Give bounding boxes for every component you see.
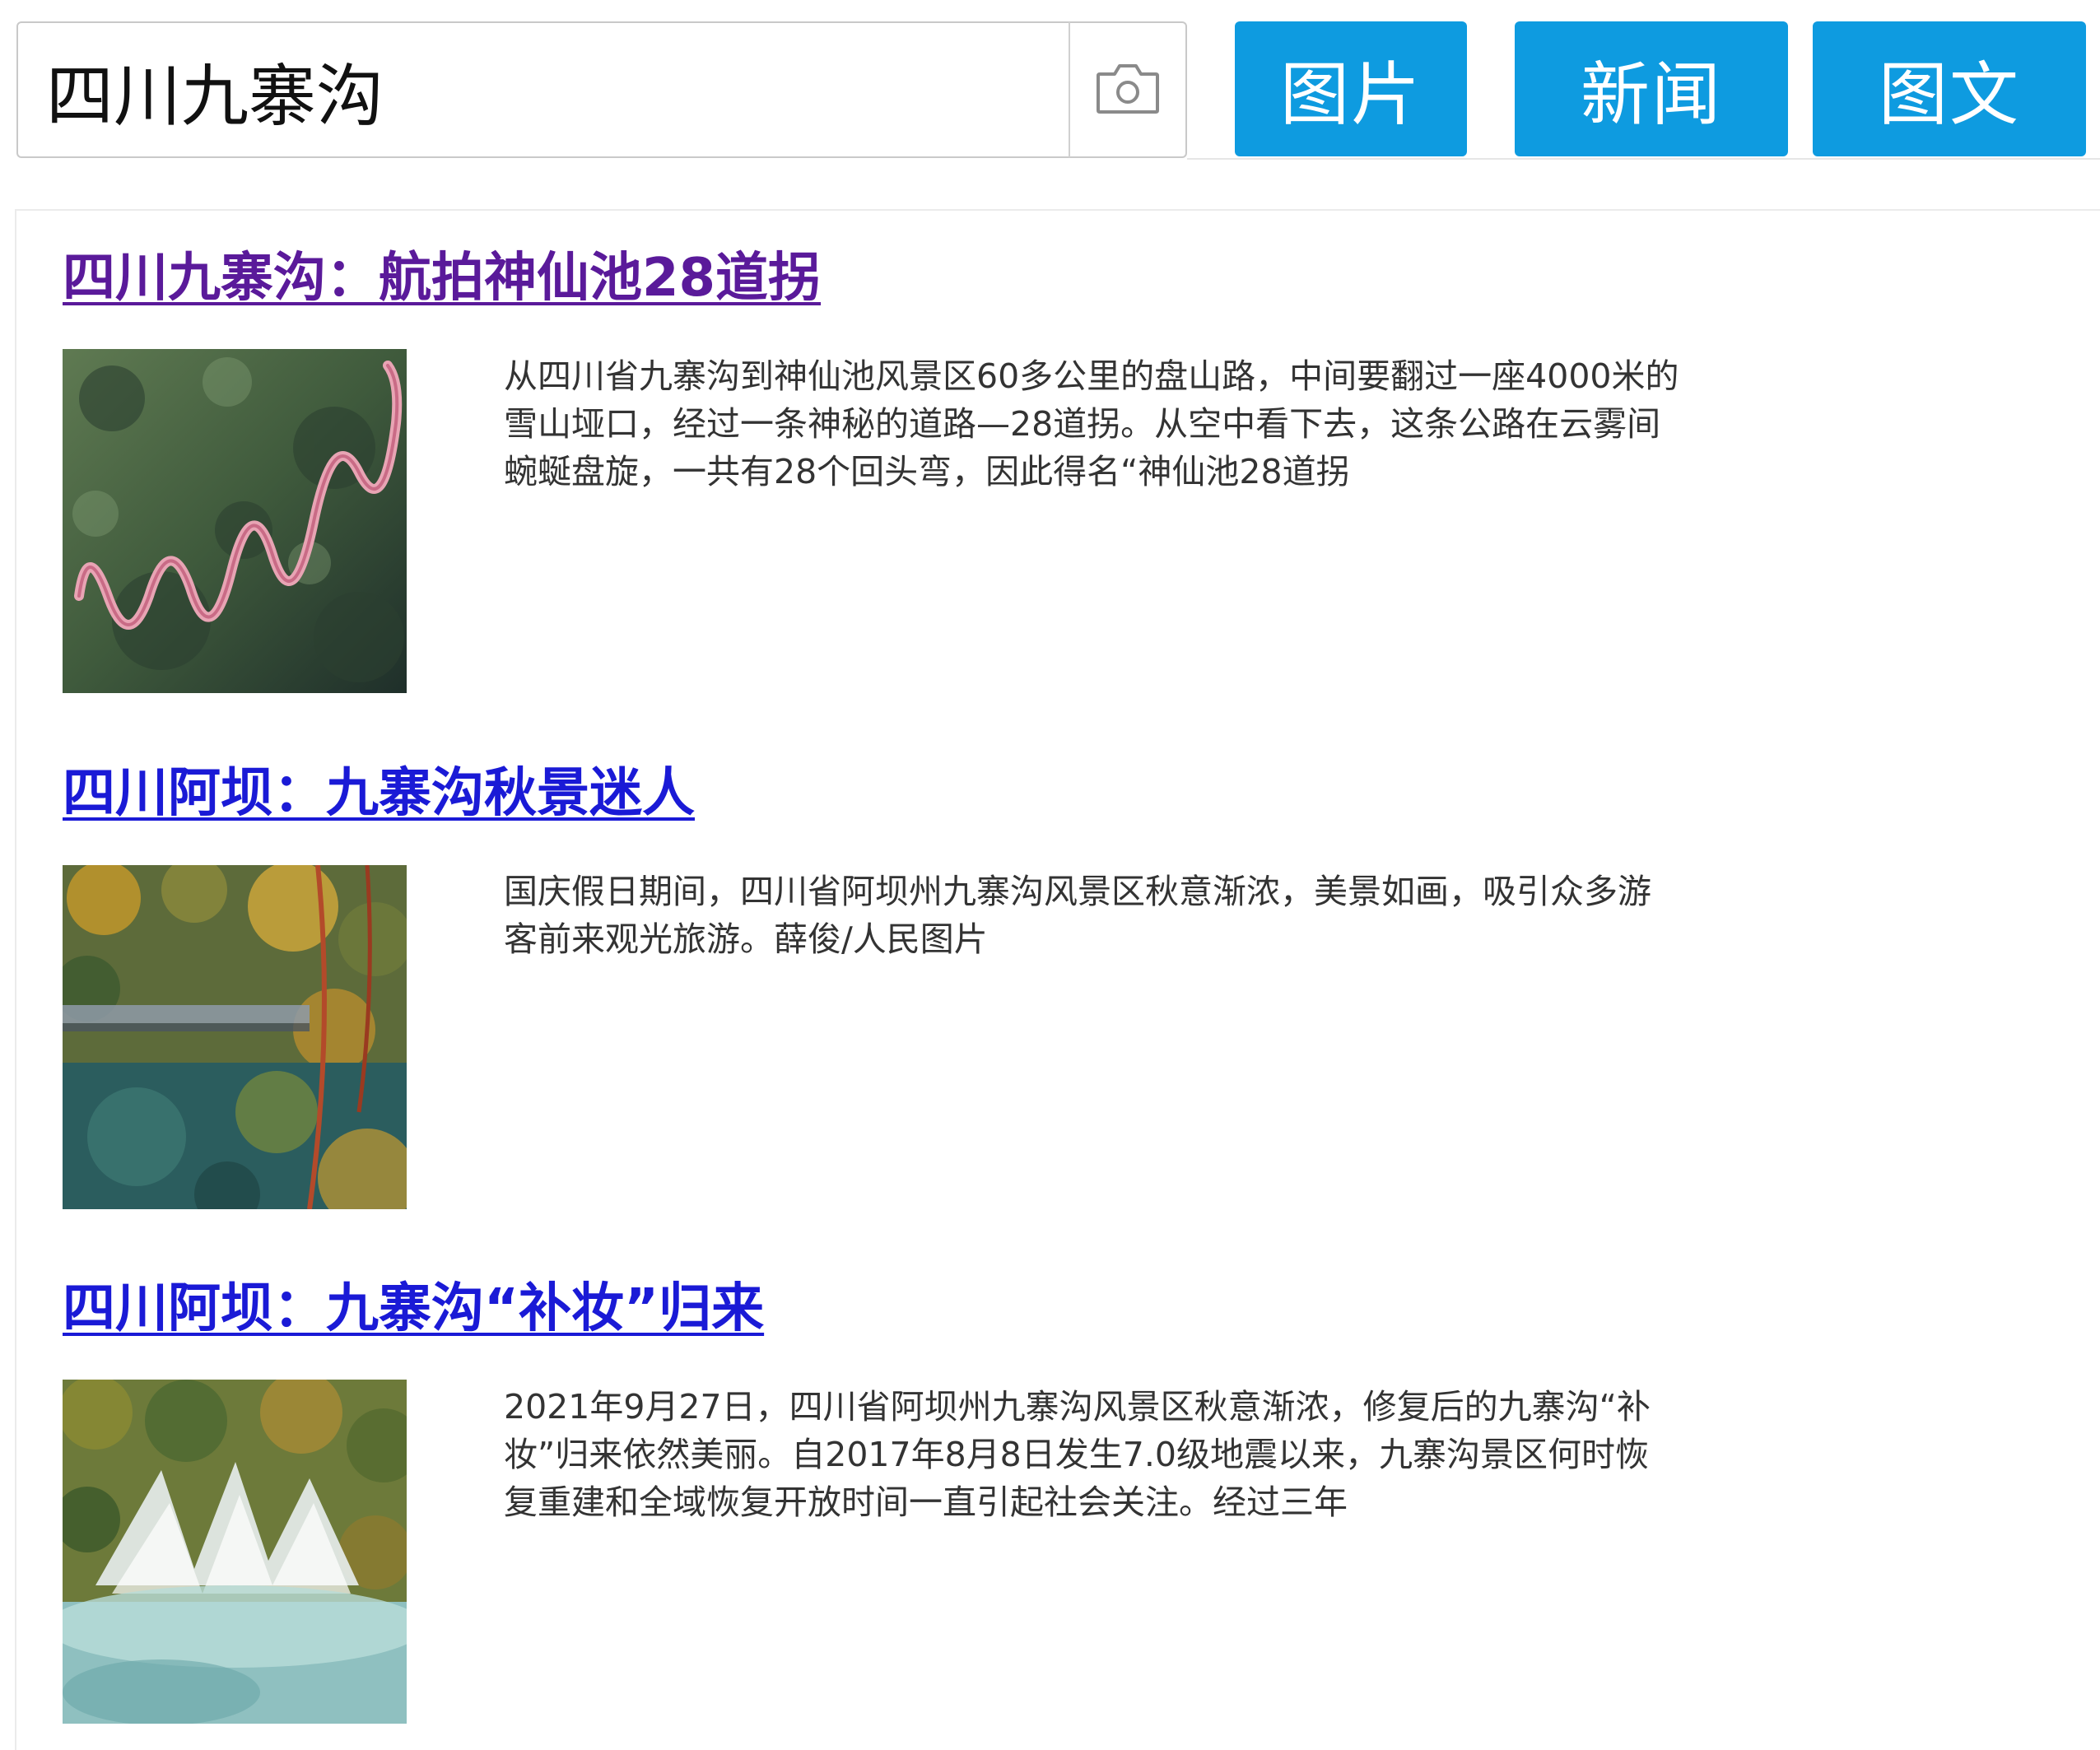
result-snippet: 2021年9月27日，四川省阿坝州九寨沟风景区秋意渐浓，修复后的九寨沟“补妆”归… xyxy=(504,1387,1651,1522)
result-thumbnail[interactable] xyxy=(63,1380,407,1724)
result-thumbnail[interactable] xyxy=(63,865,407,1209)
image-search-button[interactable] xyxy=(1069,21,1187,158)
result-snippet: 从四川省九寨沟到神仙池风景区60多公里的盘山路，中间要翻过一座4000米的雪山垭… xyxy=(504,356,1679,491)
search-query-text: 四川九寨沟 xyxy=(46,57,384,136)
result-title-link[interactable]: 四川阿坝：九寨沟“补妆”归来 xyxy=(63,1266,764,1342)
tab-news[interactable]: 新闻 xyxy=(1515,21,1788,156)
tab-images[interactable]: 图片 xyxy=(1235,21,1467,156)
result-title-link[interactable]: 四川九寨沟：航拍神仙池28道拐 xyxy=(63,235,821,311)
tab-image-text[interactable]: 图文 xyxy=(1813,21,2086,156)
result-title-link[interactable]: 四川阿坝：九寨沟秋景迷人 xyxy=(63,751,695,826)
header-divider xyxy=(1187,158,2100,160)
result-snippet: 国庆假日期间，四川省阿坝州九寨沟风景区秋意渐浓，美景如画，吸引众多游客前来观光旅… xyxy=(504,872,1651,959)
camera-icon xyxy=(1095,61,1161,119)
result-thumbnail[interactable] xyxy=(63,349,407,693)
search-input[interactable]: 四川九寨沟 xyxy=(16,21,1070,158)
